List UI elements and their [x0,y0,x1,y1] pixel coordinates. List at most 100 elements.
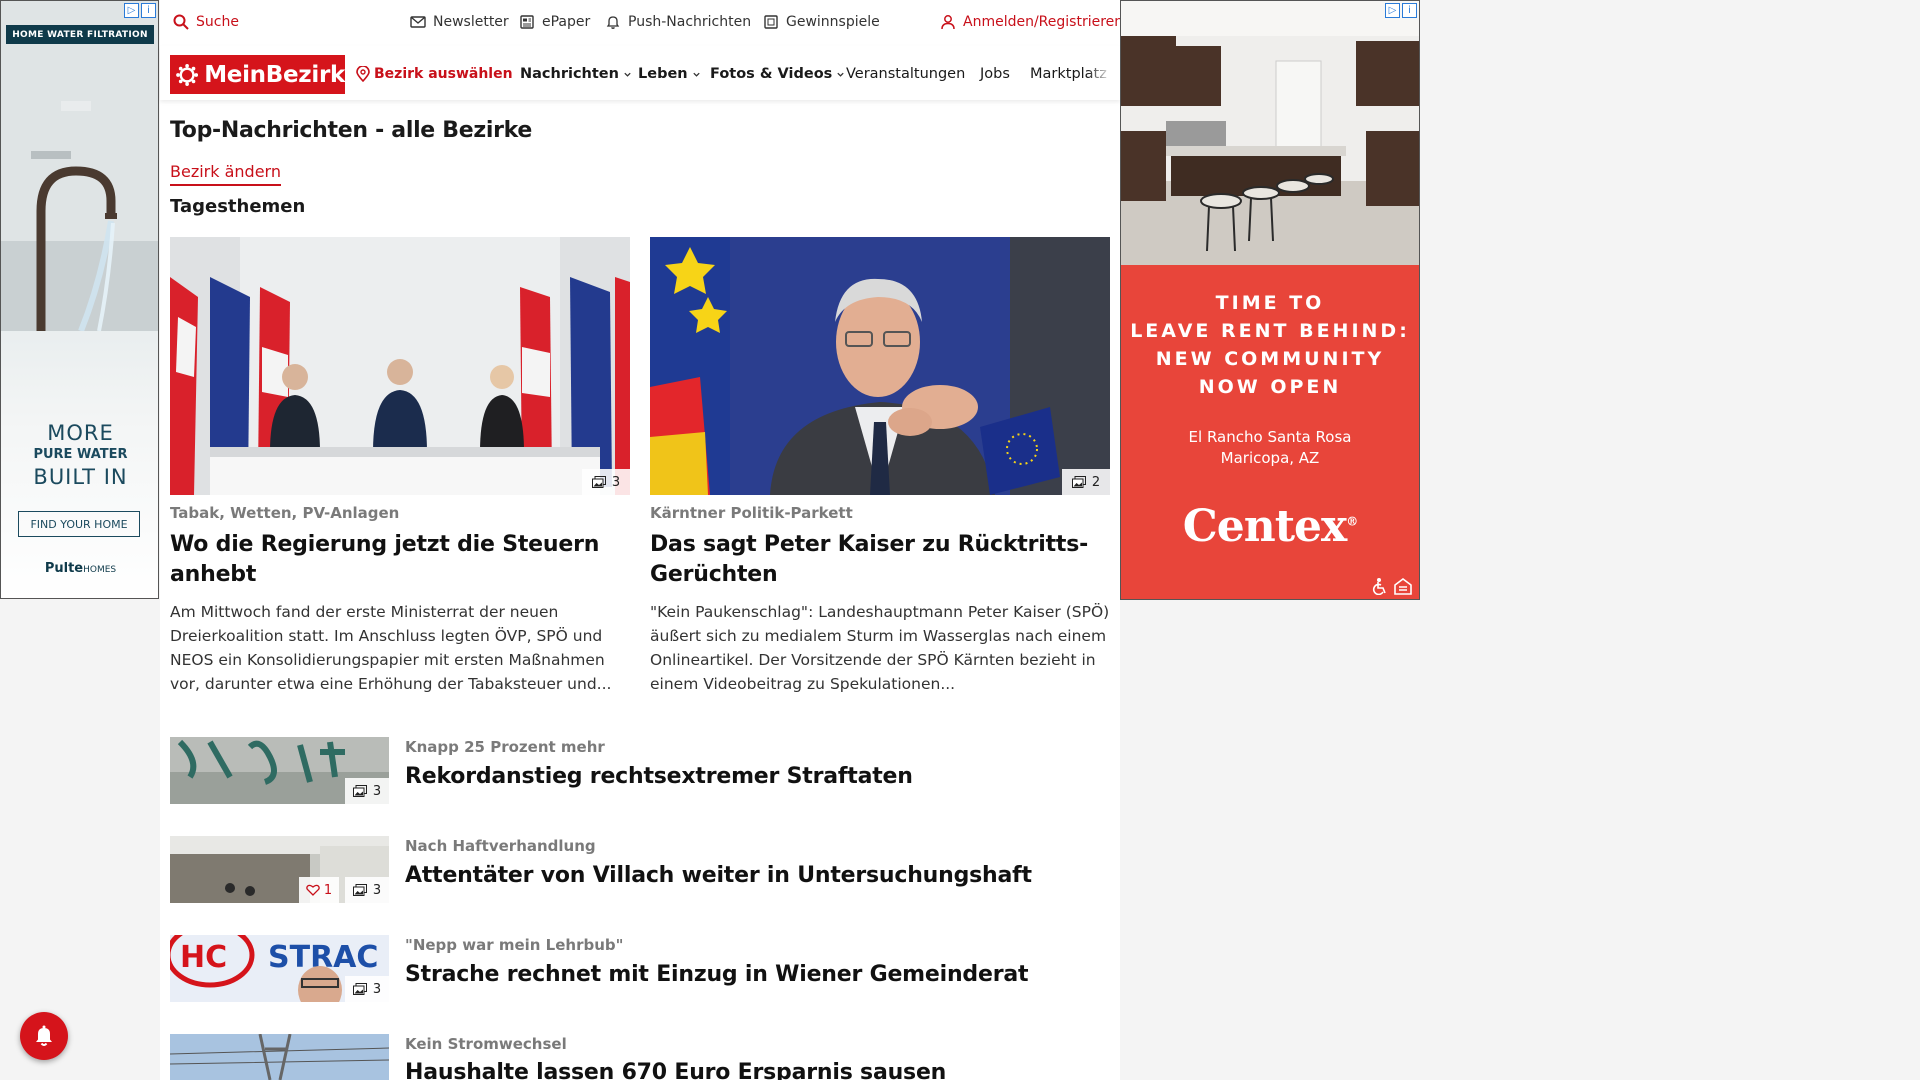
search-icon [173,14,189,30]
pulte-brand: Pulte [44,561,84,576]
ad-location-line2: Maricopa, AZ [1220,449,1320,467]
nav-nachrichten[interactable]: Nachrichten [520,66,632,82]
featured-title-1[interactable]: Wo die Regierung jetzt die Steuern anheb… [170,530,610,590]
find-your-home-button[interactable]: FIND YOUR HOME [18,511,140,537]
list-image-3[interactable]: HC STRAC 3 [170,935,389,1002]
faucet-photo [1,1,158,331]
nav-veranstaltungen[interactable]: Veranstaltungen [846,66,965,82]
chevron-down-icon [837,72,844,77]
meinbezirk-logo[interactable]: MeinBezirk [170,55,345,94]
svg-text:HC: HC [180,940,227,975]
pulte-logo: PulteHOMES [1,561,158,576]
list-title-2[interactable]: Attentäter von Villach weiter in Untersu… [405,863,1032,888]
ad-line3: BUILT IN [33,465,128,489]
gift-icon [764,15,778,29]
list-kicker-2: Nach Haftverhandlung [405,837,596,855]
epaper-link[interactable]: ePaper [519,14,590,30]
press-conference-photo [170,237,630,495]
list-image-2[interactable]: 1 3 [170,836,389,903]
ad-headline-line: NEW COMMUNITY [1155,348,1385,370]
nav-nachrichten-label: Nachrichten [520,66,619,82]
ad-choices-icon[interactable]: ▷ i [124,3,156,18]
main-nav: MeinBezirk Bezirk auswählen Nachrichten … [160,46,1120,100]
kaiser-portrait-photo [650,237,1110,495]
accessibility-housing-icon [1372,578,1412,595]
ad-headline-line: NOW OPEN [1198,376,1342,398]
like-badge[interactable]: 1 [299,877,339,903]
images-icon [1071,476,1086,488]
logo-text: MeinBezirk [204,61,345,88]
list-title-3[interactable]: Strache rechnet mit Einzug in Wiener Gem… [405,962,1029,987]
push-label: Push-Nachrichten [628,14,752,30]
featured-image-1[interactable]: 3 [170,237,630,495]
images-icon [352,884,367,896]
list-image-4[interactable] [170,1034,389,1080]
district-select[interactable]: Bezirk auswählen [356,66,513,82]
ad-headline-line: LEAVE RENT BEHIND: [1130,320,1410,342]
nav-veranstaltungen-label: Veranstaltungen [846,66,966,82]
featured-image-2[interactable]: 2 [650,237,1110,495]
bell-icon [606,16,620,29]
list-title-1[interactable]: Rekordanstieg rechtsextremer Straftaten [405,764,913,789]
list-title-4[interactable]: Haushalte lassen 670 Euro Ersparnis saus… [405,1060,946,1080]
image-count: 3 [372,783,382,799]
list-kicker-4: Kein Stromwechsel [405,1035,567,1053]
nav-jobs-label: Jobs [980,66,1010,82]
featured-excerpt-1: Am Mittwoch fand der erste Ministerrat d… [170,603,612,693]
login-label: Anmelden/Registrieren [963,14,1124,30]
featured-kicker-1: Tabak, Wetten, PV-Anlagen [170,504,400,522]
change-district-link[interactable]: Bezirk ändern [170,162,281,186]
location-pin-icon [356,66,370,82]
newsletter-link[interactable]: Newsletter [410,14,509,30]
nav-jobs[interactable]: Jobs [980,66,1010,82]
notification-button[interactable] [20,1012,68,1060]
image-count-badge: 3 [345,976,389,1002]
ad-headline-line: TIME TO [1215,292,1325,314]
image-count: 2 [1091,474,1101,490]
ad-location: El Rancho Santa Rosa Maricopa, AZ [1121,427,1419,469]
images-icon [352,983,367,995]
centex-logo: Centex® [1121,501,1419,552]
image-count-badge: 3 [582,469,630,495]
image-count: 3 [611,474,621,490]
chevron-down-icon [692,72,700,77]
search-link[interactable]: Suche [173,14,239,30]
gewinnspiele-link[interactable]: Gewinnspiele [763,14,880,30]
list-image-1[interactable]: 3 [170,737,389,804]
left-ad[interactable]: HOME WATER FILTRATION ▷ i MORE PURE WATER… [0,0,159,599]
gewinnspiele-label: Gewinnspiele [786,14,880,30]
centex-brand: Centex [1182,501,1348,552]
nav-marktplatz-label: Marktplatz [1030,66,1107,82]
featured-title-2[interactable]: Das sagt Peter Kaiser zu Rücktritts-Gerü… [650,530,1090,590]
nav-leben[interactable]: Leben [638,66,701,82]
image-count-badge: 3 [345,778,389,804]
login-link[interactable]: Anmelden/Registrieren [940,14,1123,30]
featured-kicker-2: Kärntner Politik-Parkett [650,504,853,522]
bell-icon [36,1025,52,1046]
image-count: 3 [372,981,382,997]
ad-headline: TIME TO LEAVE RENT BEHIND: NEW COMMUNITY… [1121,289,1419,401]
utility-bar: Suche Newsletter ePaper Push-Nachrichten… [160,0,1123,46]
kitchen-photo [1121,1,1419,265]
push-link[interactable]: Push-Nachrichten [605,14,751,30]
image-count-badge: 3 [345,877,389,903]
image-count-badge: 2 [1062,469,1110,495]
ad-choices-icon[interactable]: ▷ i [1385,3,1417,18]
newspaper-icon [520,15,534,29]
chevron-down-icon [624,72,631,77]
nav-fotos-videos[interactable]: Fotos & Videos [710,66,845,82]
nav-leben-label: Leben [638,66,688,82]
ad-location-line1: El Rancho Santa Rosa [1188,428,1352,446]
nav-marktplatz[interactable]: Marktplatz [1030,66,1112,82]
heart-icon [306,884,320,896]
featured-excerpt-2: "Kein Paukenschlag": Landeshauptmann Pet… [650,603,1110,693]
section-title: Tagesthemen [170,196,306,217]
ad-top-label: HOME WATER FILTRATION [6,25,154,44]
list-kicker-1: Knapp 25 Prozent mehr [405,738,605,756]
images-icon [352,785,367,797]
ad-line1: MORE [47,421,114,445]
right-ad[interactable]: ▷ i TIME TO LEAVE RENT BEHIND: NEW COMMUN… [1120,0,1420,600]
nav-fotos-videos-label: Fotos & Videos [710,66,833,82]
ad-line2: PURE WATER [33,447,128,462]
centex-mark: ® [1346,514,1358,529]
